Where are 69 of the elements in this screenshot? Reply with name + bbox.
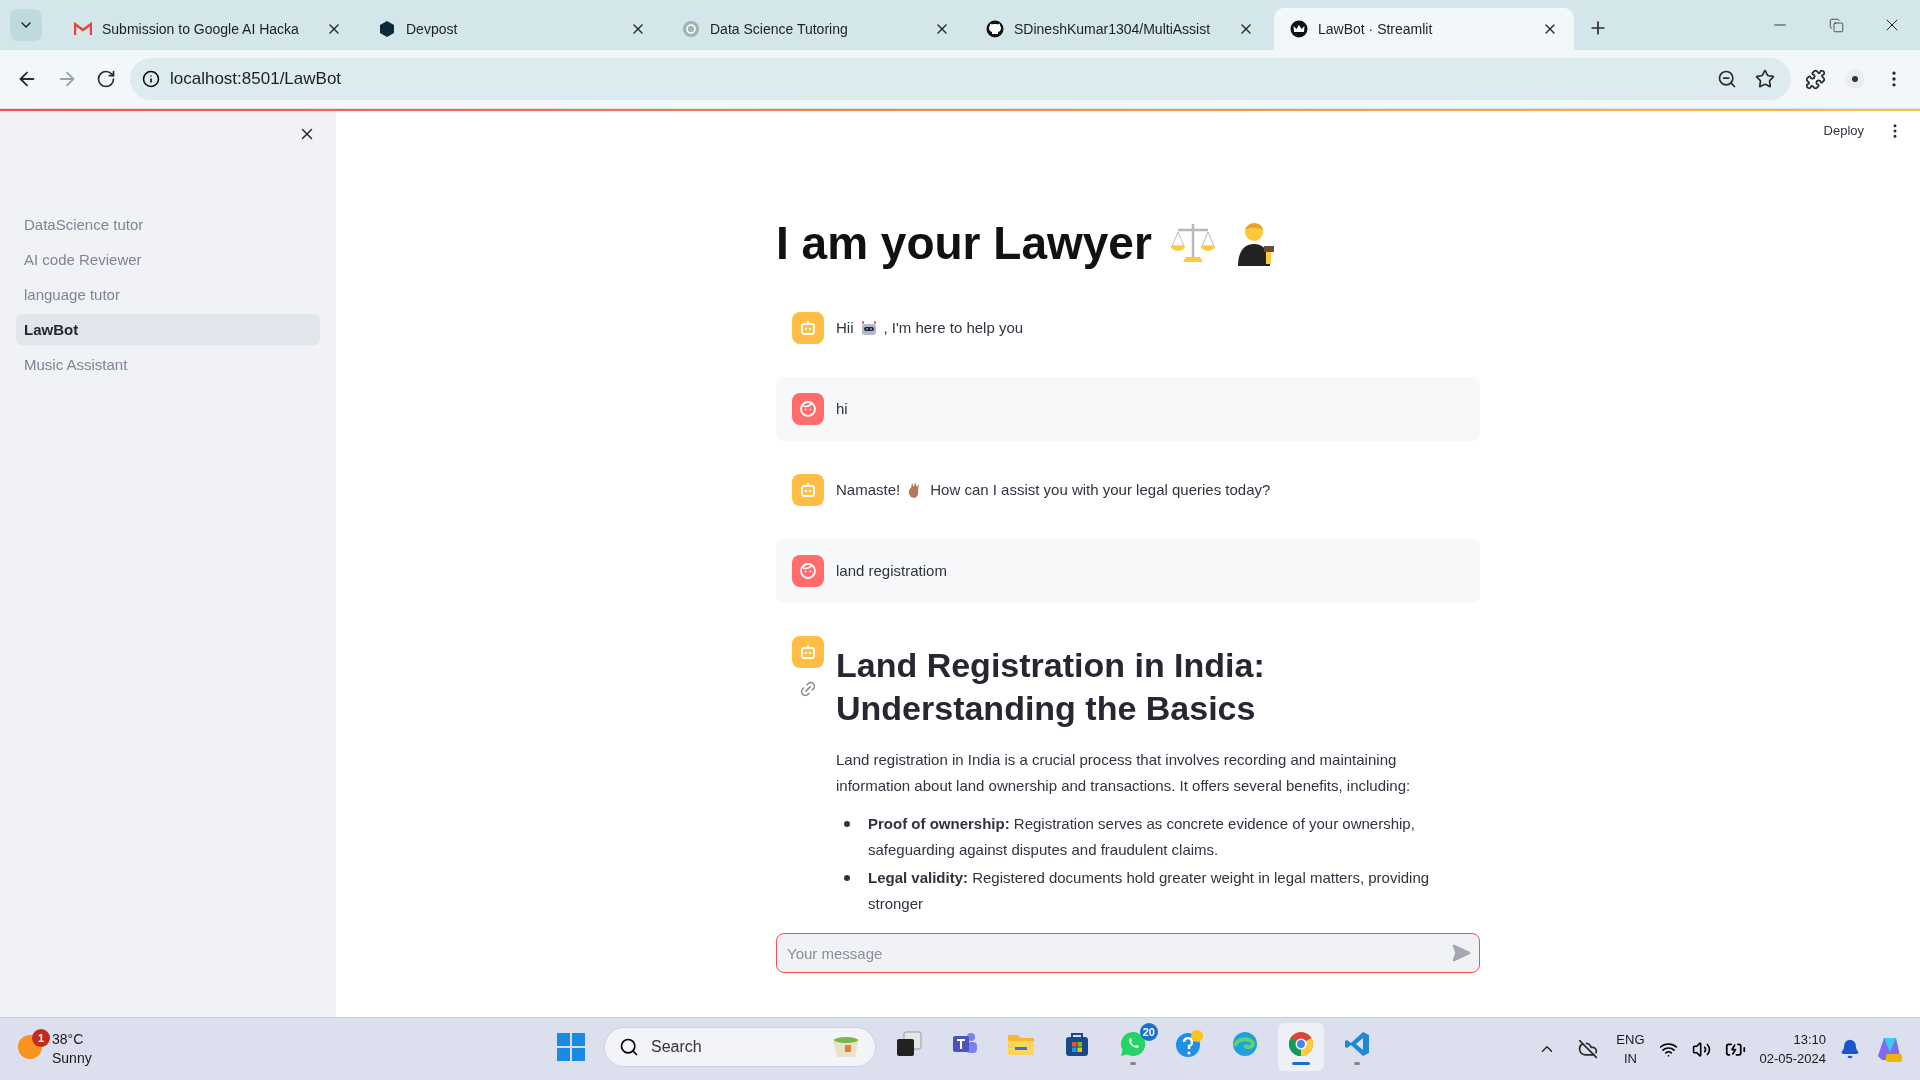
clock-date: 02-05-2024	[1759, 1050, 1826, 1068]
angle-bracket-icon	[1343, 1029, 1371, 1058]
face-icon	[799, 400, 817, 418]
reload-icon[interactable]	[96, 69, 116, 89]
robot-icon	[799, 319, 817, 337]
language-text: ENG	[1616, 1031, 1645, 1049]
ring-icon	[1287, 1029, 1315, 1058]
tab-title: LawBot · Streamlit	[1318, 21, 1434, 37]
crown-icon	[1290, 20, 1308, 38]
robot-icon	[799, 643, 817, 661]
bullet-text: Legal validity: Registered documents hold greater weight in legal matters, providing stronger	[868, 868, 1431, 914]
clock-time: 13:10	[1792, 1031, 1826, 1049]
language-text: IN	[1622, 1050, 1638, 1068]
face-icon	[799, 562, 817, 580]
page-title: I am your Lawyer	[776, 216, 1152, 270]
url-text: localhost:8501/LawBot	[170, 69, 343, 89]
message-text: Namaste!	[836, 480, 901, 500]
start-icon[interactable]	[556, 1032, 586, 1062]
question-icon	[1175, 1029, 1203, 1058]
puzzle-icon[interactable]	[1805, 68, 1826, 90]
tab-title: Submission to Google AI Hacka	[102, 21, 300, 37]
response-paragraph: Land registration in India is a crucial process that involves recording and maintaining information about land ownership and transactions. It offers several benefits, including:	[836, 750, 1412, 796]
info-icon	[142, 70, 160, 88]
bullet-text: Proof of ownership: Registration serves as concrete evidence of your ownership, safeguarding against disputes and fraudulent claims.	[868, 814, 1416, 860]
message-text: Hii	[836, 318, 854, 338]
zoom-icon[interactable]	[1717, 69, 1737, 89]
deploy-button[interactable]: Deploy	[1815, 117, 1872, 144]
search-input[interactable]: Search	[649, 1037, 821, 1057]
mail-icon	[74, 22, 92, 36]
windows-stack-icon	[895, 1029, 923, 1058]
browser-tab[interactable]: Submission to Google AI Hacka	[58, 8, 358, 50]
hexagon-icon	[378, 20, 396, 38]
tab-search-button[interactable]	[10, 9, 42, 41]
restore-icon[interactable]	[1828, 17, 1844, 33]
bullet-dot	[844, 821, 850, 827]
unread-badge: 20	[1139, 1023, 1158, 1041]
profile-icon[interactable]	[1844, 68, 1866, 90]
swirl-icon	[1231, 1029, 1259, 1058]
browser-tab[interactable]: SDineshKumar1304/MultiAssist	[970, 8, 1270, 50]
star-icon[interactable]	[1755, 69, 1775, 89]
browser-tab[interactable]: Data Science Tutoring	[666, 8, 966, 50]
message-text: How can I assist you with your legal queries today?	[930, 480, 1271, 500]
bell-icon[interactable]	[1840, 1039, 1860, 1059]
message-text: land registratiom	[836, 561, 947, 581]
message-input[interactable]: Your message	[785, 943, 1451, 963]
address-bar[interactable]: localhost:8501/LawBot	[130, 58, 1791, 100]
bullet-dot	[844, 875, 850, 881]
message-text: hi	[836, 399, 848, 419]
sidebar-link[interactable]: LawBot	[16, 314, 320, 345]
browser-tab[interactable]: Devpost	[362, 8, 662, 50]
message-text: , I'm here to help you	[883, 318, 1024, 338]
cloud-off-icon[interactable]	[1578, 1039, 1599, 1059]
taskbar-app[interactable]: 20	[1110, 1023, 1156, 1071]
temperature-text: 38°C	[52, 1030, 85, 1049]
tab-title: SDineshKumar1304/MultiAssist	[1014, 21, 1212, 37]
response-heading: Land Registration in India: Understanding the Basics	[836, 645, 1266, 729]
knot-icon	[682, 20, 700, 38]
cat-icon	[986, 20, 1004, 38]
robot-emoji	[859, 319, 878, 337]
taskbar-search[interactable]: Search	[604, 1027, 876, 1067]
tab-title: Data Science Tutoring	[710, 21, 849, 37]
tab-title: Devpost	[406, 21, 459, 37]
volume-icon[interactable]	[1691, 1039, 1711, 1059]
weather-condition: Sunny	[52, 1049, 92, 1068]
search-icon	[619, 1037, 639, 1057]
browser-tab[interactable]: LawBot · Streamlit	[1274, 8, 1574, 50]
chat-input[interactable]: Your message	[776, 933, 1480, 973]
notification-badge: 1	[32, 1029, 50, 1047]
robot-icon	[799, 481, 817, 499]
